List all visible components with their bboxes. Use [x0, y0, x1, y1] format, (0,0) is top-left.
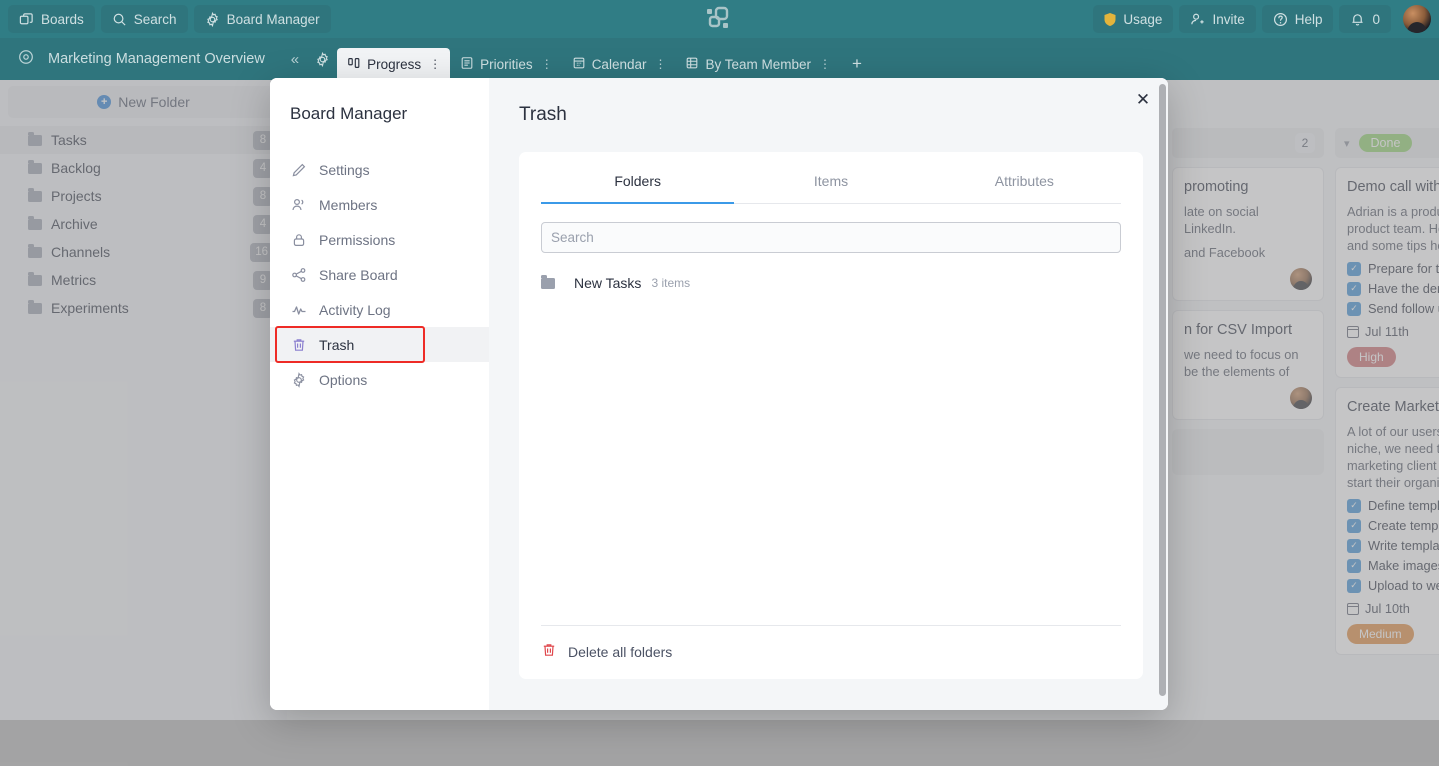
tab-label: Priorities: [480, 56, 533, 72]
trash-items-list: New Tasks 3 items: [541, 253, 1121, 625]
user-plus-icon: [1190, 12, 1205, 27]
delete-all-folders-button[interactable]: Delete all folders: [541, 642, 1121, 661]
search-section: [541, 204, 1121, 253]
sidebar-item-permissions[interactable]: Permissions: [270, 222, 489, 257]
modal-content: Trash Folders Items Attributes New Tasks…: [489, 78, 1168, 710]
list-icon: [460, 56, 474, 73]
list-item[interactable]: New Tasks 3 items: [541, 272, 1121, 294]
gear-icon: [290, 371, 307, 388]
invite-button[interactable]: Invite: [1179, 5, 1256, 33]
help-button[interactable]: Help: [1261, 5, 1334, 33]
modal-sidebar: Board Manager Settings Members Permissio…: [270, 78, 489, 710]
kanban-icon: [347, 56, 361, 73]
item-name: New Tasks: [574, 275, 642, 291]
lock-icon: [290, 231, 307, 248]
pencil-icon: [290, 161, 307, 178]
boards-label: Boards: [41, 11, 84, 27]
search-icon: [112, 12, 127, 27]
nav-label: Trash: [319, 336, 355, 353]
trash-icon: [541, 642, 557, 661]
nav-label: Share Board: [319, 266, 398, 283]
trash-panel: Folders Items Attributes New Tasks 3 ite…: [519, 152, 1143, 679]
tab-menu-icon[interactable]: ⋮: [654, 57, 666, 71]
notifications-button[interactable]: 0: [1339, 5, 1391, 33]
calendar-icon: [572, 56, 586, 73]
board-manager-label: Board Manager: [226, 11, 320, 27]
add-view-button[interactable]: +: [840, 48, 874, 80]
close-icon[interactable]: ✕: [1132, 89, 1154, 111]
share-icon: [290, 266, 307, 283]
app-logo: [705, 6, 731, 32]
bell-icon: [1350, 12, 1365, 27]
nav-label: Options: [319, 371, 368, 388]
screen-root: + New Folder Tasks 8 Backlog 4 Projects: [0, 0, 1439, 766]
invite-label: Invite: [1212, 11, 1245, 27]
tab-by-team-member[interactable]: By Team Member ⋮: [675, 48, 840, 80]
tab-attributes[interactable]: Attributes: [928, 152, 1121, 204]
table-icon: [685, 56, 699, 73]
delete-all-label: Delete all folders: [568, 643, 673, 660]
trash-icon: [290, 336, 307, 353]
tab-menu-icon[interactable]: ⋮: [429, 57, 441, 71]
nav-label: Settings: [319, 161, 370, 178]
board-manager-modal: Board Manager Settings Members Permissio…: [270, 78, 1168, 710]
board-manager-button[interactable]: Board Manager: [193, 5, 331, 33]
usage-button[interactable]: Usage: [1093, 5, 1174, 33]
panel-footer: Delete all folders: [541, 625, 1121, 679]
view-toolbar: Marketing Management Overview « Progress…: [0, 38, 1439, 80]
sidebar-item-settings[interactable]: Settings: [270, 152, 489, 187]
search-label: Search: [133, 11, 177, 27]
notification-count: 0: [1372, 11, 1380, 27]
modal-scrollbar[interactable]: [1159, 84, 1166, 696]
tab-folders[interactable]: Folders: [541, 152, 735, 204]
user-avatar[interactable]: [1403, 5, 1431, 33]
item-meta: 3 items: [651, 276, 691, 290]
tab-progress[interactable]: Progress ⋮: [337, 48, 451, 80]
tab-calendar[interactable]: Calendar ⋮: [562, 48, 676, 80]
board-title: Marketing Management Overview: [48, 51, 265, 67]
tab-items[interactable]: Items: [734, 152, 927, 204]
tab-menu-icon[interactable]: ⋮: [819, 57, 831, 71]
question-circle-icon: [1273, 12, 1288, 27]
top-toolbar: Boards Search Board Manager Usage Invite…: [0, 0, 1439, 38]
tab-label: Calendar: [591, 56, 647, 72]
modal-title: Board Manager: [290, 104, 408, 123]
usage-label: Usage: [1123, 11, 1163, 27]
trash-tabs: Folders Items Attributes: [541, 152, 1121, 204]
view-settings-gear-icon[interactable]: [307, 43, 338, 75]
search-button[interactable]: Search: [100, 5, 188, 33]
help-label: Help: [1294, 11, 1323, 27]
nav-label: Activity Log: [319, 301, 391, 318]
sidebar-item-options[interactable]: Options: [270, 362, 489, 397]
nav-label: Members: [319, 196, 378, 213]
sidebar-item-members[interactable]: Members: [270, 187, 489, 222]
page-title: Trash: [519, 104, 567, 125]
tab-label: Progress: [367, 56, 422, 72]
tab-label: By Team Member: [705, 56, 812, 72]
collapse-icon[interactable]: «: [291, 51, 299, 68]
tab-menu-icon[interactable]: ⋮: [541, 57, 553, 71]
sidebar-item-activity-log[interactable]: Activity Log: [270, 292, 489, 327]
activity-icon: [290, 301, 307, 318]
sidebar-item-trash[interactable]: Trash: [270, 326, 489, 363]
boards-button[interactable]: Boards: [8, 5, 95, 33]
tab-priorities[interactable]: Priorities ⋮: [450, 48, 562, 80]
eye-icon[interactable]: [18, 49, 34, 70]
gear-icon: [205, 11, 220, 27]
folder-icon: [541, 274, 555, 289]
sidebar-item-share-board[interactable]: Share Board: [270, 257, 489, 292]
shield-icon: [1104, 12, 1116, 26]
nav-label: Permissions: [319, 231, 396, 248]
boards-icon: [19, 12, 34, 27]
members-icon: [290, 196, 307, 213]
search-input[interactable]: [541, 222, 1121, 253]
